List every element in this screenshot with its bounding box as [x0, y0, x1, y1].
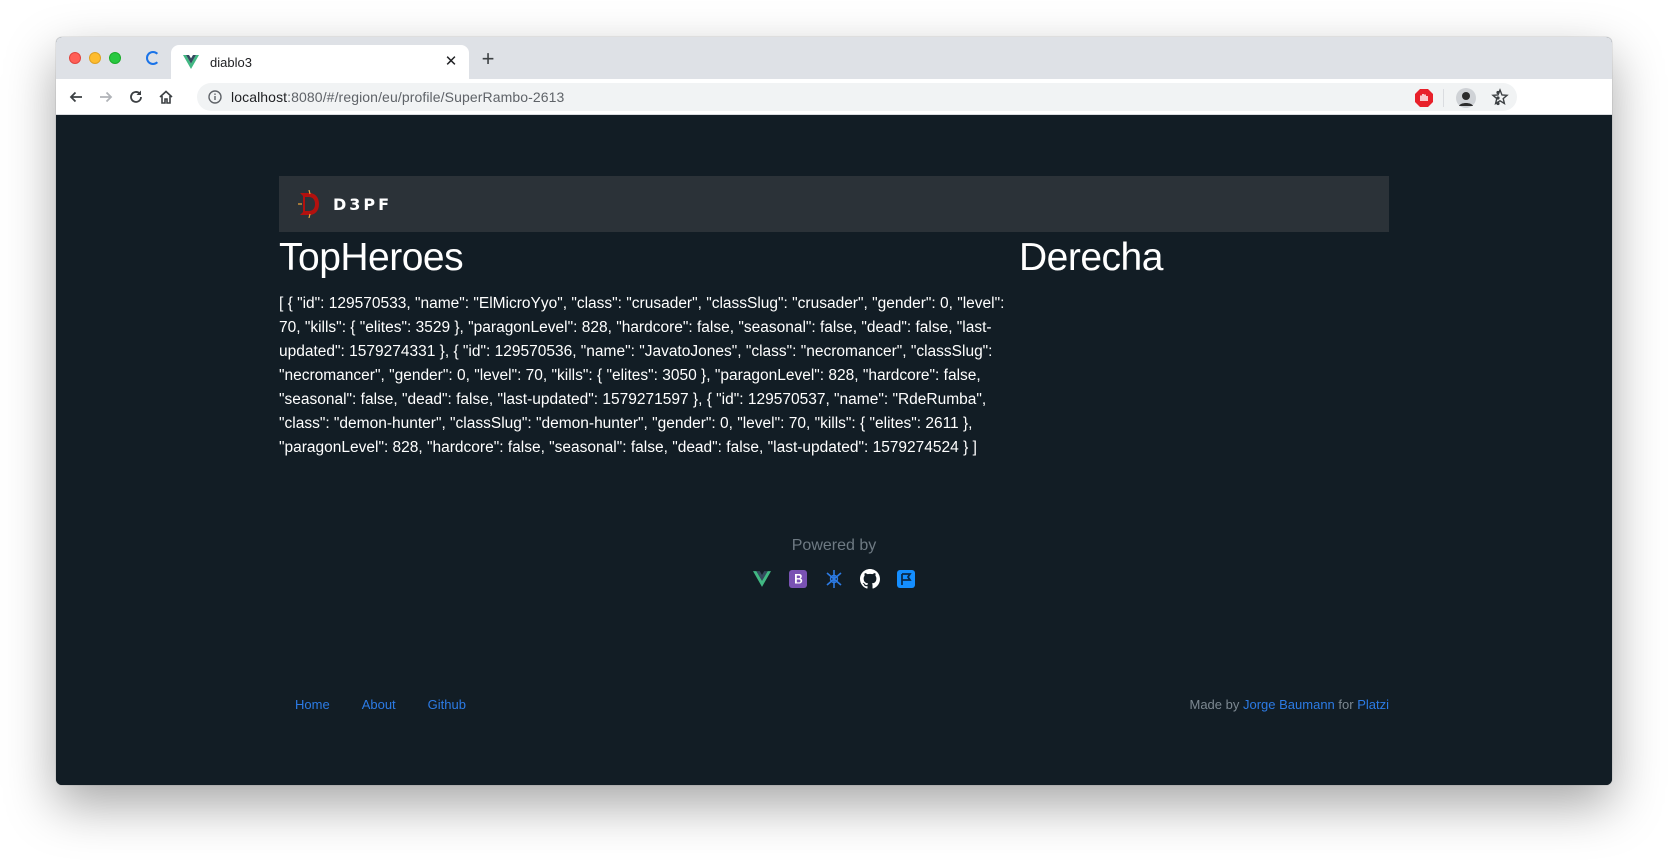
profile-avatar-icon[interactable]: [1456, 88, 1476, 108]
home-icon[interactable]: [154, 85, 178, 109]
made-by-label: Made by: [1189, 697, 1240, 712]
top-heroes-column: TopHeroes [ { "id": 129570533, "name": "…: [279, 232, 1019, 460]
right-column: Derecha: [1019, 232, 1389, 284]
info-icon[interactable]: [207, 89, 223, 105]
tab-title: diablo3: [210, 54, 252, 70]
url-text[interactable]: localhost:8080/#/region/eu/profile/Super…: [231, 89, 564, 105]
powered-by-label: Powered by: [791, 537, 877, 554]
brand-name[interactable]: D3PF: [333, 195, 392, 214]
loading-spinner-icon[interactable]: [144, 49, 162, 67]
footer-links: Home About Github: [295, 697, 466, 712]
top-navbar: D3PF: [279, 176, 1389, 232]
browser-window: diablo3 ✕ + localhost:8080/#/region/eu/p…: [56, 37, 1612, 785]
back-icon[interactable]: [64, 85, 88, 109]
heroes-json-text: [ { "id": 129570533, "name": "ElMicroYyo…: [279, 295, 1005, 456]
page-content: D3PF TopHeroes [ { "id": 129570533, "nam…: [56, 116, 1612, 785]
author-link[interactable]: Jorge Baumann: [1243, 697, 1335, 712]
footer-link-about[interactable]: About: [362, 697, 396, 712]
address-bar[interactable]: localhost:8080/#/region/eu/profile/Super…: [197, 83, 1517, 111]
tech-icons-row: [56, 568, 1612, 590]
url-host: localhost: [231, 89, 288, 105]
for-label: for: [1338, 697, 1354, 712]
blizzard-icon[interactable]: [895, 568, 917, 590]
new-tab-button[interactable]: +: [476, 48, 500, 72]
bootstrap-icon[interactable]: [787, 568, 809, 590]
url-path: :8080/#/region/eu/profile/SuperRambo-261…: [287, 89, 565, 105]
top-heroes-heading: TopHeroes: [279, 236, 464, 279]
platzi-link[interactable]: Platzi: [1357, 697, 1389, 712]
tab-strip: diablo3 ✕ +: [56, 37, 1612, 79]
footer-credits: Made by Jorge Baumann for Platzi: [1190, 697, 1390, 712]
close-tab-icon[interactable]: ✕: [443, 54, 459, 70]
derecha-heading: Derecha: [1019, 236, 1163, 279]
menu-kebab-icon[interactable]: [1488, 88, 1508, 108]
github-icon[interactable]: [859, 568, 881, 590]
vue-favicon-icon: [182, 53, 200, 71]
vue-icon[interactable]: [751, 568, 773, 590]
close-window-button[interactable]: [69, 52, 81, 64]
maximize-window-button[interactable]: [109, 52, 121, 64]
axios-icon[interactable]: [823, 568, 845, 590]
minimize-window-button[interactable]: [89, 52, 101, 64]
reload-icon[interactable]: [124, 85, 148, 109]
diablo-logo-icon[interactable]: [295, 189, 323, 219]
footer-link-github[interactable]: Github: [428, 697, 466, 712]
ublock-extension-icon[interactable]: [1414, 88, 1434, 108]
footer-link-home[interactable]: Home: [295, 697, 330, 712]
browser-toolbar: localhost:8080/#/region/eu/profile/Super…: [56, 79, 1612, 115]
forward-icon[interactable]: [94, 85, 118, 109]
tab-diablo3[interactable]: diablo3 ✕: [171, 45, 469, 79]
toolbar-separator: [1443, 89, 1444, 107]
